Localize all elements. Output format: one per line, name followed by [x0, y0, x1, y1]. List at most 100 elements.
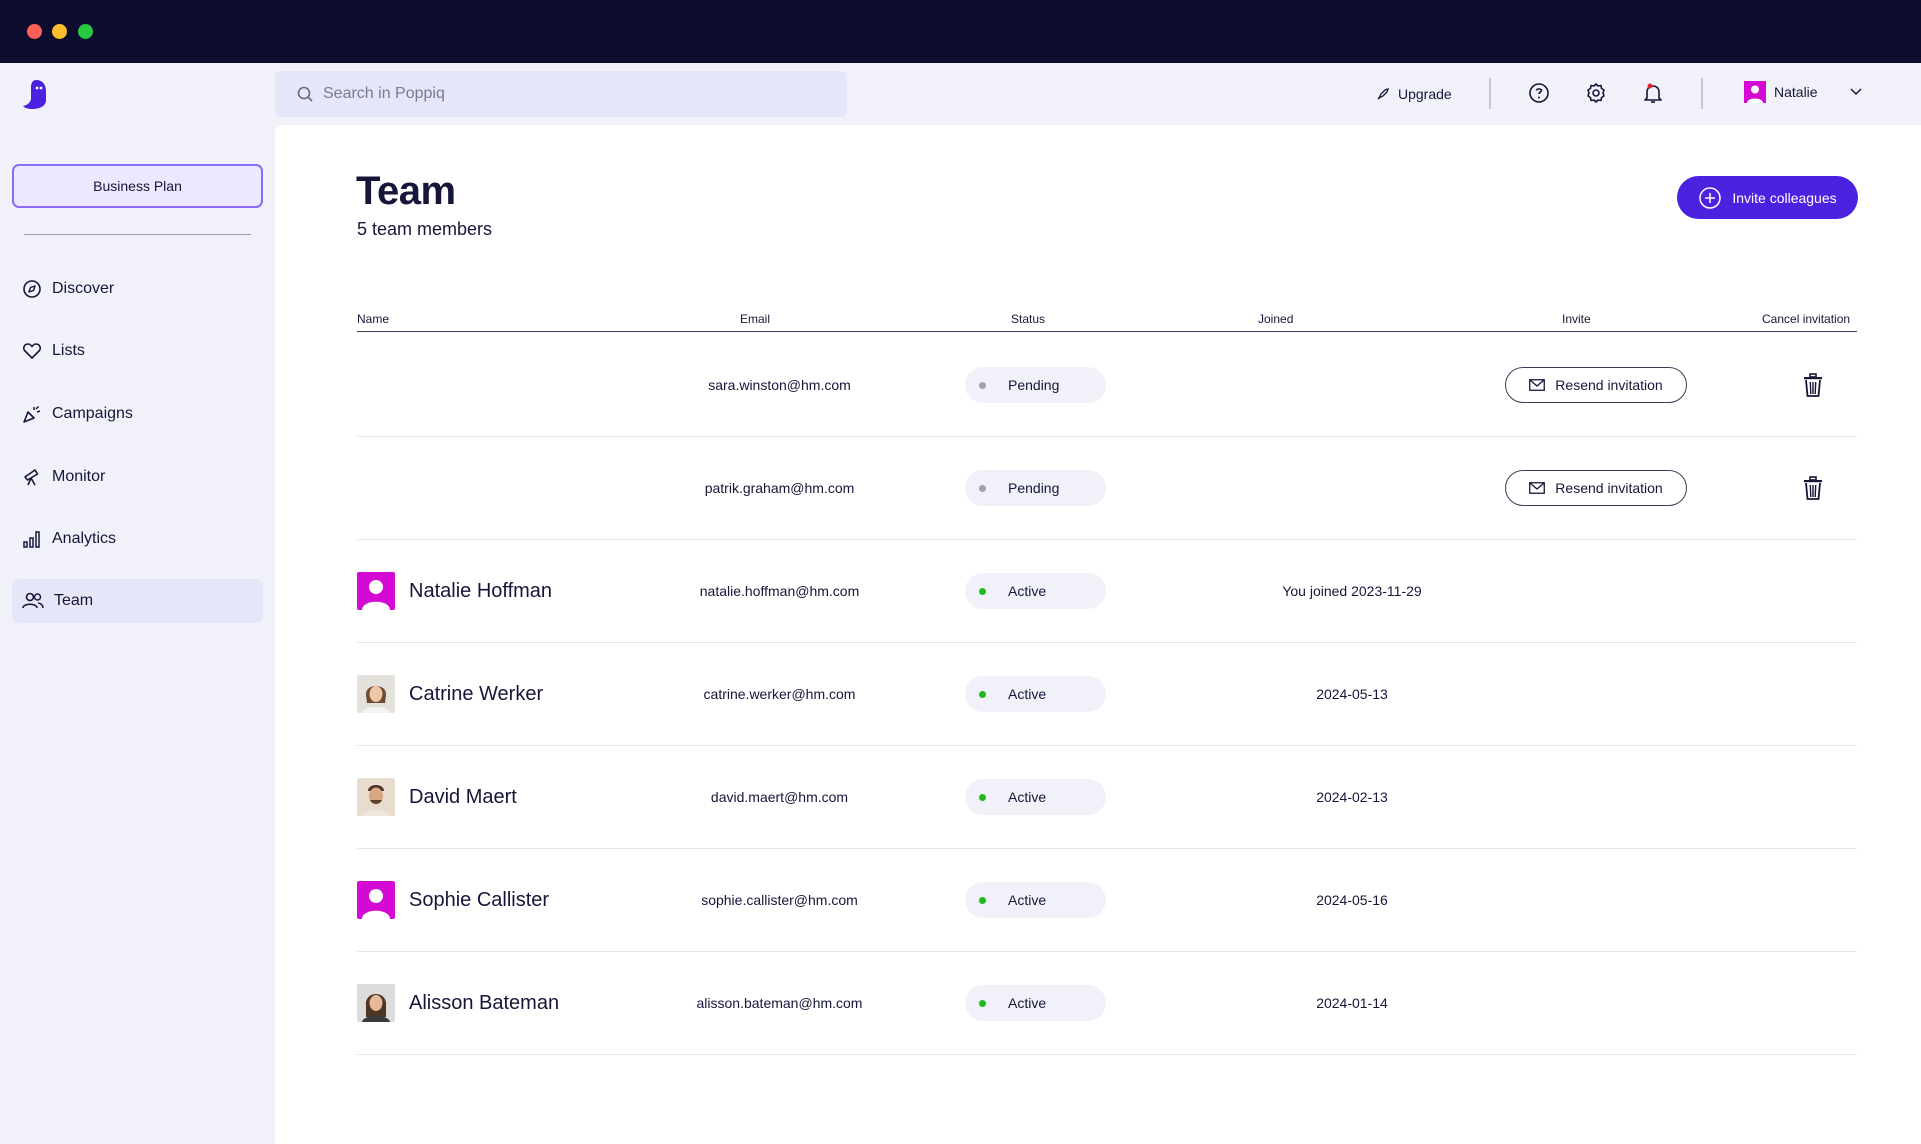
resend-label: Resend invitation — [1555, 480, 1663, 496]
resend-cell: Resend invitation — [1505, 334, 1687, 436]
member-name-cell: Sophie Callister — [357, 849, 549, 951]
status-badge: Pending — [965, 470, 1106, 506]
table-row: David Maert david.maert@hm.com Active 20… — [357, 746, 1857, 849]
user-menu[interactable]: Natalie — [1744, 81, 1862, 103]
table-row: Catrine Werker catrine.werker@hm.com Act… — [357, 643, 1857, 746]
status-label: Pending — [1008, 480, 1060, 496]
resend-label: Resend invitation — [1555, 377, 1663, 393]
upgrade-button[interactable]: Upgrade — [1376, 82, 1452, 106]
heart-icon — [22, 343, 42, 359]
status-label: Active — [1008, 583, 1047, 599]
settings-icon[interactable] — [1584, 81, 1608, 105]
page-title: Team — [356, 169, 456, 213]
status-badge: Active — [965, 573, 1106, 609]
status-cell: Pending — [965, 437, 1106, 539]
business-plan-badge[interactable]: Business Plan — [12, 164, 263, 208]
invite-colleagues-button[interactable]: Invite colleagues — [1677, 176, 1858, 219]
status-badge: Active — [965, 676, 1106, 712]
avatar-placeholder-icon — [357, 572, 395, 610]
status-label: Active — [1008, 892, 1047, 908]
rocket-icon — [1377, 87, 1390, 100]
chevron-down-icon — [1850, 88, 1862, 96]
page-subtitle: 5 team members — [357, 219, 493, 239]
status-cell: Active — [965, 952, 1106, 1054]
trash-icon[interactable] — [1802, 476, 1824, 500]
member-name-cell: Natalie Hoffman — [357, 540, 552, 642]
member-email: alisson.bateman@hm.com — [696, 995, 863, 1011]
sidebar-item-label: Discover — [52, 280, 115, 297]
status-cell: Pending — [965, 334, 1106, 436]
avatar-placeholder-icon — [357, 881, 395, 919]
member-name-cell: Catrine Werker — [357, 643, 543, 745]
resend-cell: Resend invitation — [1505, 437, 1687, 539]
member-name: Sophie Callister — [409, 888, 550, 911]
resend-invitation-button[interactable]: Resend invitation — [1505, 367, 1687, 403]
member-name-cell: David Maert — [357, 746, 517, 848]
sidebar-divider — [24, 234, 251, 235]
invite-label: Invite colleagues — [1732, 189, 1837, 206]
joined-date: 2024-05-16 — [1316, 892, 1388, 908]
search-icon — [297, 86, 313, 102]
window-close-button[interactable] — [27, 24, 42, 39]
status-badge: Active — [965, 882, 1106, 918]
status-label: Active — [1008, 995, 1047, 1011]
user-name: Natalie — [1774, 84, 1818, 100]
search-bar[interactable] — [275, 71, 847, 117]
status-dot — [979, 690, 986, 698]
member-name: David Maert — [409, 785, 517, 808]
status-cell: Active — [965, 849, 1106, 951]
plus-circle-icon — [1699, 186, 1722, 209]
cancel-invitation-cell — [1801, 437, 1825, 539]
sidebar-item-campaigns[interactable]: Campaigns — [12, 392, 263, 436]
sidebar-item-label: Team — [54, 592, 94, 609]
sidebar-item-analytics[interactable]: Analytics — [12, 517, 263, 561]
table-row: Sophie Callister sophie.callister@hm.com… — [357, 849, 1857, 952]
status-label: Pending — [1008, 377, 1060, 393]
table-row: Alisson Bateman alisson.bateman@hm.com A… — [357, 952, 1857, 1055]
avatar-photo — [357, 675, 395, 713]
member-name: Alisson Bateman — [409, 991, 560, 1014]
status-label: Active — [1008, 789, 1047, 805]
status-badge: Pending — [965, 367, 1106, 403]
notification-bell-icon[interactable] — [1641, 81, 1665, 105]
poppiq-logo-icon[interactable] — [22, 78, 48, 110]
sidebar-item-lists[interactable]: Lists — [12, 329, 263, 373]
status-dot — [979, 484, 986, 492]
status-dot — [979, 896, 986, 904]
cancel-invitation-cell — [1801, 334, 1825, 436]
status-label: Active — [1008, 686, 1047, 702]
sidebar-item-monitor[interactable]: Monitor — [12, 455, 263, 499]
bar-chart-icon — [23, 531, 40, 548]
joined-date: 2024-05-13 — [1316, 686, 1388, 702]
status-cell: Active — [965, 643, 1106, 745]
window-minimize-button[interactable] — [52, 24, 67, 39]
joined-date: 2024-01-14 — [1316, 995, 1388, 1011]
sidebar-item-team[interactable]: Team — [12, 579, 263, 623]
avatar-photo — [357, 778, 395, 816]
joined-date: 2024-02-13 — [1316, 789, 1388, 805]
search-input[interactable] — [323, 85, 803, 103]
users-icon — [22, 592, 44, 609]
column-header-joined: Joined — [1258, 312, 1294, 326]
column-header-invite: Invite — [1562, 312, 1591, 326]
column-header-email: Email — [740, 312, 771, 326]
status-cell: Active — [965, 746, 1106, 848]
mail-icon — [1529, 379, 1546, 391]
avatar-photo — [357, 984, 395, 1022]
sidebar-item-label: Lists — [52, 342, 85, 359]
status-dot — [979, 999, 986, 1007]
table-row: sara.winston@hm.com Pending Resend invit… — [357, 334, 1857, 437]
window-maximize-button[interactable] — [78, 24, 93, 39]
member-name-cell: Alisson Bateman — [357, 952, 559, 1054]
main-content: Team 5 team members Invite colleagues Na… — [275, 125, 1921, 1144]
sidebar-item-discover[interactable]: Discover — [12, 267, 263, 311]
table-header: Name Email Status Joined Invite Cancel i… — [357, 312, 1857, 332]
status-dot — [979, 381, 986, 389]
sidebar-item-label: Campaigns — [52, 405, 133, 422]
trash-icon[interactable] — [1802, 373, 1824, 397]
column-header-cancel-invitation: Cancel invitation — [1762, 312, 1851, 326]
help-icon[interactable] — [1527, 81, 1551, 105]
resend-invitation-button[interactable]: Resend invitation — [1505, 470, 1687, 506]
party-popper-icon — [23, 405, 41, 423]
member-email: david.maert@hm.com — [710, 789, 849, 805]
